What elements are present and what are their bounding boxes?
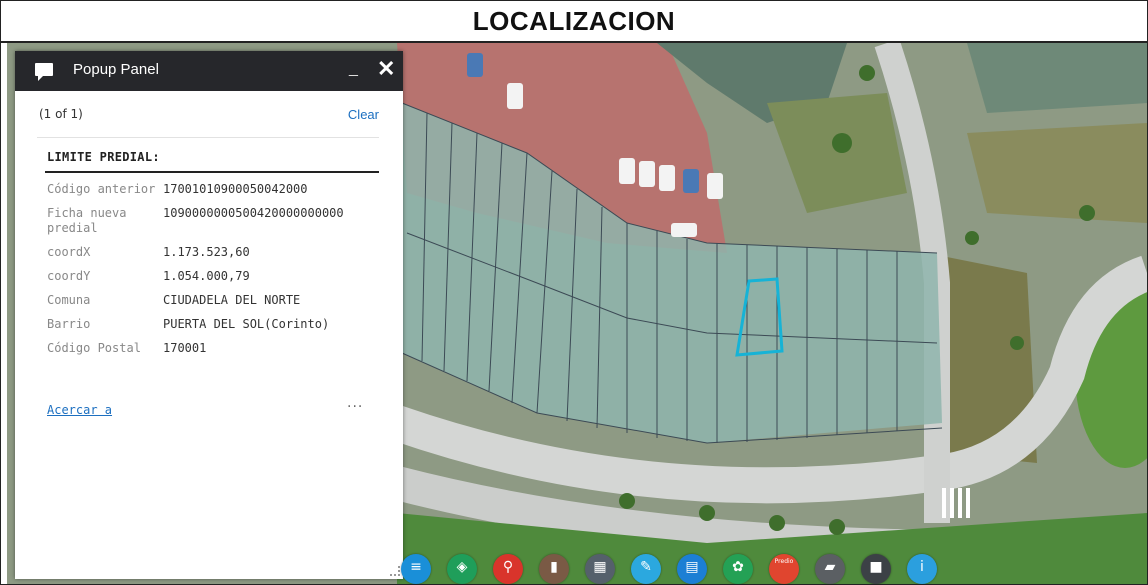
- attribute-key: Comuna: [47, 293, 91, 307]
- minimize-icon[interactable]: _: [349, 60, 358, 78]
- table-row: Código anterior 17001010900050042000: [47, 179, 387, 203]
- section-divider: [45, 171, 379, 173]
- resize-handle[interactable]: [390, 566, 400, 576]
- attribute-value: CIUDADELA DEL NORTE: [163, 293, 301, 307]
- popup-title: Popup Panel: [73, 61, 159, 78]
- search-location-icon[interactable]: ⚲: [493, 554, 523, 584]
- clear-link[interactable]: Clear: [348, 107, 379, 122]
- attribute-key: Barrio: [47, 317, 91, 331]
- more-options-icon[interactable]: ···: [347, 399, 363, 415]
- home-icon[interactable]: Predio: [769, 554, 799, 584]
- layers-icon[interactable]: ◈: [447, 554, 477, 584]
- page-title: LOCALIZACION: [472, 5, 676, 36]
- attribute-key: Código Postal: [47, 341, 141, 355]
- table-row: Comuna CIUDADELA DEL NORTE: [47, 290, 387, 314]
- draw-icon[interactable]: ✎: [631, 554, 661, 584]
- map-toolbar: ≡ ◈ ⚲ ▮ ▦ ✎ ▤ ✿ Predio ▰ ■ i: [401, 554, 1001, 584]
- print-icon[interactable]: ▤: [677, 554, 707, 584]
- analysis-icon[interactable]: ✿: [723, 554, 753, 584]
- measure-icon[interactable]: ▦: [585, 554, 615, 584]
- divider: [37, 137, 379, 138]
- info-icon[interactable]: i: [907, 554, 937, 584]
- chat-icon: [35, 63, 53, 81]
- attribute-key: coordY: [47, 269, 91, 283]
- table-row: Barrio PUERTA DEL SOL(Corinto): [47, 314, 387, 338]
- popup-header: Popup Panel _ ✕: [15, 51, 403, 91]
- home-icon-label: Predio: [774, 558, 794, 565]
- attribute-value: 1090000000500420000000000: [163, 206, 344, 220]
- zoom-to-link[interactable]: Acercar a: [47, 403, 112, 417]
- attribute-value: 170001: [163, 341, 207, 355]
- attribute-value: PUERTA DEL SOL(Corinto): [163, 317, 330, 331]
- table-icon[interactable]: ■: [861, 554, 891, 584]
- popup-panel: Popup Panel _ ✕ (1 of 1) Clear LIMITE PR…: [15, 51, 403, 579]
- list-icon[interactable]: ≡: [401, 554, 431, 584]
- attribute-key: coordX: [47, 245, 91, 259]
- attribute-key: Ficha nueva predial: [47, 206, 127, 235]
- table-row: coordY 1.054.000,79: [47, 266, 387, 290]
- table-row: coordX 1.173.523,60: [47, 242, 387, 266]
- attribute-value: 17001010900050042000: [163, 182, 308, 196]
- section-title: LIMITE PREDIAL:: [47, 150, 160, 164]
- app-frame: LOCALIZACION Popup Panel _ ✕ (1 of 1) Cl…: [0, 0, 1148, 585]
- feature-pager: (1 of 1): [39, 107, 83, 121]
- close-icon[interactable]: ✕: [377, 56, 395, 82]
- attribute-value: 1.173.523,60: [163, 245, 250, 259]
- pin-icon[interactable]: ▮: [539, 554, 569, 584]
- attribute-value: 1.054.000,79: [163, 269, 250, 283]
- basemap-icon[interactable]: ▰: [815, 554, 845, 584]
- attribute-table: Código anterior 17001010900050042000 Fic…: [47, 179, 387, 362]
- table-row: Código Postal 170001: [47, 338, 387, 362]
- title-bar: LOCALIZACION: [1, 1, 1147, 43]
- table-row: Ficha nueva predial 10900000005004200000…: [47, 203, 387, 242]
- attribute-key: Código anterior: [47, 182, 156, 196]
